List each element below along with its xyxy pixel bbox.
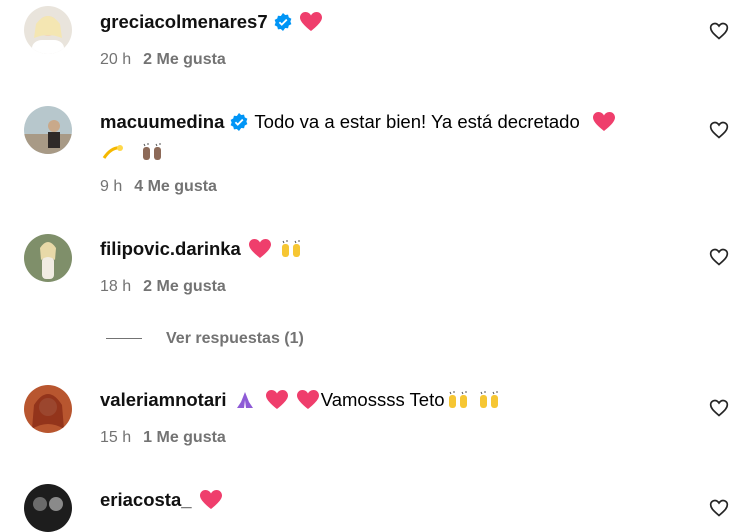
like-heart-icon[interactable] [709, 498, 729, 518]
heart-emoji-icon [199, 490, 222, 516]
likes-count[interactable]: 4 Me gusta [134, 178, 217, 195]
heart-emoji-icon [296, 390, 319, 416]
likes-count[interactable]: 2 Me gusta [143, 51, 226, 68]
dizzy-emoji-icon [102, 142, 124, 168]
username[interactable]: filipovic.darinka [100, 238, 241, 259]
raised-hands-emoji-icon [447, 390, 469, 416]
raised-hands-dark-emoji-icon [141, 142, 163, 168]
like-heart-icon[interactable] [709, 398, 729, 418]
replies-divider [106, 338, 142, 340]
like-heart-icon[interactable] [709, 21, 729, 41]
comment-time: 20 h [100, 51, 132, 68]
heart-emoji-icon [299, 12, 322, 38]
avatar[interactable] [24, 106, 72, 154]
comment-time: 15 h [100, 429, 132, 446]
raised-hands-emoji-icon [280, 239, 302, 265]
folded-hands-emoji-icon [234, 390, 256, 416]
likes-count[interactable]: 1 Me gusta [143, 429, 226, 446]
heart-emoji-icon [248, 239, 271, 265]
avatar[interactable] [24, 385, 72, 433]
likes-count[interactable]: 2 Me gusta [143, 278, 226, 295]
heart-emoji-icon [265, 390, 288, 416]
username[interactable]: greciacolmenares7 [100, 11, 268, 32]
like-heart-icon[interactable] [709, 247, 729, 267]
username[interactable]: valeriamnotari [100, 389, 226, 410]
verified-badge-icon [230, 113, 248, 137]
avatar[interactable] [24, 6, 72, 54]
raised-hands-emoji-icon [478, 390, 500, 416]
view-replies-label: Ver respuestas (1) [166, 330, 304, 347]
comment-text: Vamossss Teto [320, 389, 445, 410]
comment-time: 18 h [100, 278, 132, 295]
username[interactable]: eriacosta_ [100, 489, 192, 510]
username[interactable]: macuumedina [100, 111, 224, 132]
comment-time: 9 h [100, 178, 123, 195]
heart-emoji-icon [592, 112, 615, 138]
avatar[interactable] [24, 234, 72, 282]
view-replies-button[interactable]: Ver respuestas (1) [106, 330, 304, 348]
like-heart-icon[interactable] [709, 120, 729, 140]
avatar[interactable] [24, 484, 72, 532]
verified-badge-icon [274, 13, 292, 37]
comment-text: Todo va a estar bien! Ya está decretado [254, 111, 580, 132]
